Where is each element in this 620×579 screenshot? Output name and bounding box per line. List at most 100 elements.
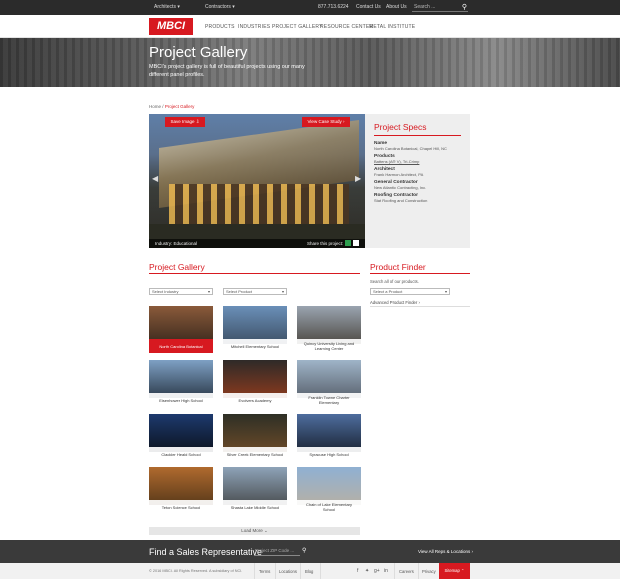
finder-select-label: Select a Product [373, 289, 403, 294]
gallery-rule [149, 273, 360, 274]
gallery-tile[interactable]: North Carolina Botanical [149, 306, 213, 353]
prev-arrow-icon[interactable]: ◀ [152, 174, 158, 183]
googleplus-icon[interactable]: g+ [374, 568, 380, 574]
chevron-down-icon: ▾ [281, 289, 284, 294]
gallery-tile[interactable]: Evolvers Academy [223, 360, 287, 407]
breadcrumb-home[interactable]: Home [149, 104, 161, 109]
gallery-tile-caption: North Carolina Botanical [149, 339, 213, 353]
chevron-down-icon: ▾ [177, 4, 180, 10]
contractors-dropdown[interactable]: Contractors ▾ [205, 4, 235, 10]
share-label: Share this project: [307, 241, 344, 246]
sales-rep-bar: Find a Sales Representative Project ZIP … [0, 540, 620, 563]
gallery-tile[interactable]: Mitchell Elementary School [223, 306, 287, 353]
gallery-tile-caption: Silver Creek Elementary School [223, 447, 287, 461]
industry-select-label: Select Industry [152, 289, 179, 294]
linkedin-icon[interactable]: in [384, 568, 388, 574]
chevron-up-icon: ⌃ [461, 568, 465, 573]
product-select[interactable]: Select Product ▾ [223, 288, 287, 295]
gallery-tile[interactable]: Franklin Towne Charter Elementary [297, 360, 361, 407]
mbci-logo[interactable]: MBCI [149, 18, 193, 35]
main-nav: MBCI PRODUCTS INDUSTRIES PROJECT GALLERY… [0, 15, 620, 38]
hero-subtitle: MBCI's project gallery is full of beauti… [149, 64, 305, 78]
footer-terms[interactable]: Terms [259, 569, 270, 574]
download-icon: ⇩ [195, 119, 200, 124]
top-utility-bar: Architects ▾ Contractors ▾ 877.713.6224 … [0, 0, 620, 15]
gallery-tile[interactable]: Quincy University Living and Learning Ce… [297, 306, 361, 353]
gallery-tile-caption: Evolvers Academy [223, 393, 287, 407]
finder-divider [370, 306, 470, 307]
save-image-label: Save Image [170, 119, 195, 124]
nav-industries[interactable]: INDUSTRIES [238, 24, 270, 30]
gallery-tile[interactable]: Teton Science School [149, 467, 213, 514]
search-input[interactable]: Search ... ⚲ [412, 3, 468, 12]
architects-label: Architects [154, 4, 176, 10]
spec-products-value[interactable]: Battens (A® V), Tri-Crimp [374, 159, 461, 164]
gallery-tile[interactable]: Silver Creek Elementary School [223, 414, 287, 461]
finder-rule [370, 273, 470, 274]
bottom-footer: © 2016 MBCI. All Rights Reserved. A subs… [0, 563, 620, 579]
nav-resource-center[interactable]: RESOURCE CENTER [320, 24, 373, 30]
architects-dropdown[interactable]: Architects ▾ [154, 4, 180, 10]
gallery-tile-caption: Franklin Towne Charter Elementary [297, 393, 361, 407]
gallery-tile[interactable]: Eisenhower High School [149, 360, 213, 407]
product-select-label: Select Product [226, 289, 253, 294]
finder-select[interactable]: Select a Product ▾ [370, 288, 450, 295]
project-specs-panel: Project Specs Name North Carolina Botani… [365, 114, 470, 248]
gallery-tile-caption: Quincy University Living and Learning Ce… [297, 339, 361, 353]
about-link[interactable]: About Us [386, 4, 407, 10]
gallery-tile-caption: Syracuse High School [297, 447, 361, 461]
facebook-icon[interactable]: f [357, 568, 358, 574]
save-image-button[interactable]: Save Image ⇩ [165, 117, 205, 127]
contact-link[interactable]: Contact Us [356, 4, 381, 10]
spec-name-value: North Carolina Botanical, Chapel Hill, N… [374, 146, 447, 151]
spec-gc-value: New Atlantic Contracting, Inc. [374, 185, 427, 190]
breadcrumb: Home / Project Gallery [149, 104, 194, 109]
contractors-label: Contractors [205, 4, 231, 10]
gallery-tile[interactable]: Syracuse High School [297, 414, 361, 461]
twitter-icon[interactable]: ✦ [365, 568, 369, 574]
view-case-label: View Case Study [307, 119, 342, 124]
breadcrumb-separator: / [162, 104, 164, 109]
advanced-finder-label: Advanced Product Finder [370, 300, 418, 305]
nav-products[interactable]: PRODUCTS [205, 24, 235, 30]
sitemap-label: Sitemap [444, 568, 460, 573]
chevron-down-icon: ▾ [207, 289, 210, 294]
gallery-tile-caption: Shasta Lake Middle School [223, 500, 287, 514]
search-icon[interactable]: ⚲ [302, 547, 306, 554]
finder-title: Product Finder [370, 262, 426, 272]
gallery-tile-caption: Eisenhower High School [149, 393, 213, 407]
copyright: © 2016 MBCI. All Rights Reserved. A subs… [149, 569, 243, 573]
spec-roofing-value: Stat Roofing and Construction [374, 198, 428, 203]
footer-privacy[interactable]: Privacy [422, 569, 436, 574]
zip-input[interactable]: Project ZIP Code ... [254, 548, 300, 556]
gallery-tile[interactable]: Shasta Lake Middle School [223, 467, 287, 514]
gallery-tile[interactable]: Chain of Lake Elementary School [297, 467, 361, 514]
gallery-tile-caption: Chain of Lake Elementary School [297, 500, 361, 514]
chevron-right-icon: › [418, 300, 420, 305]
breadcrumb-current: Project Gallery [164, 104, 195, 109]
footer-locations[interactable]: Locations [279, 569, 297, 574]
specs-title: Project Specs [374, 122, 461, 136]
search-icon[interactable]: ⚲ [462, 3, 467, 11]
share-green-icon[interactable] [345, 240, 351, 246]
featured-project-image: Save Image ⇩ View Case Study › ◀ ▶ Indus… [149, 114, 365, 248]
next-arrow-icon[interactable]: ▶ [355, 174, 361, 183]
phone-number[interactable]: 877.713.6224 [318, 4, 349, 10]
chevron-down-icon: ▾ [232, 4, 235, 10]
share-white-icon[interactable] [353, 240, 359, 246]
advanced-finder-link[interactable]: Advanced Product Finder › [370, 300, 420, 305]
view-case-study-button[interactable]: View Case Study › [302, 117, 350, 127]
view-all-reps-link[interactable]: View All Reps & Locations › [418, 549, 473, 554]
industry-select[interactable]: Select Industry ▾ [149, 288, 213, 295]
footer-blog[interactable]: Blog [305, 569, 313, 574]
sitemap-button[interactable]: Sitemap ⌃ [439, 563, 470, 579]
footer-careers[interactable]: Careers [399, 569, 414, 574]
spec-architect-value: Frank Harmon Architect, PA [374, 172, 424, 177]
load-more-button[interactable]: Load More ⌄ [149, 527, 360, 535]
gallery-tile-caption: Clackler Heald School [149, 447, 213, 461]
chevron-right-icon: › [471, 549, 473, 554]
industry-label: Industry: Educational [155, 241, 198, 246]
nav-project-gallery[interactable]: PROJECT GALLERY [272, 24, 323, 30]
nav-metal-institute[interactable]: METAL INSTITUTE [369, 24, 415, 30]
gallery-tile[interactable]: Clackler Heald School [149, 414, 213, 461]
